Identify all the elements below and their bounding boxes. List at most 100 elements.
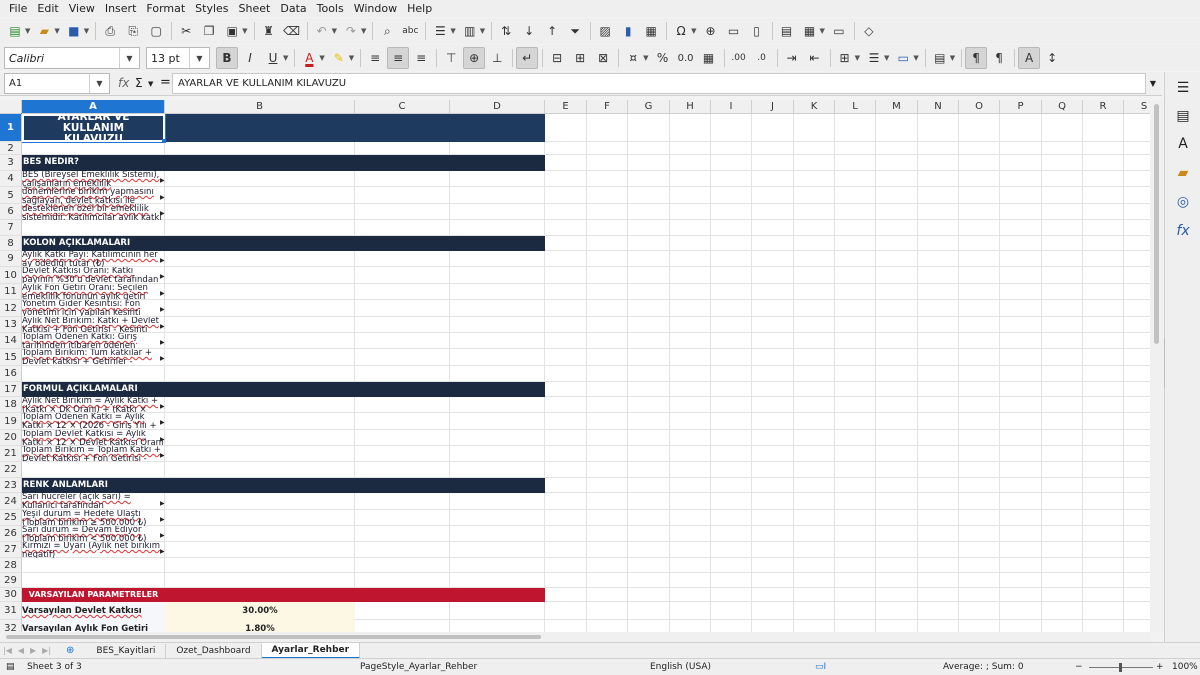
- date-format-icon[interactable]: ▦: [698, 47, 720, 69]
- border-color-icon[interactable]: ▭: [892, 47, 914, 69]
- row-header-24[interactable]: 24: [0, 493, 22, 510]
- sort-icon[interactable]: ⇅: [495, 20, 517, 42]
- left-to-right-icon[interactable]: ¶: [965, 47, 988, 69]
- gallery-icon[interactable]: ▰: [1173, 163, 1193, 183]
- styles-icon[interactable]: A: [1173, 134, 1193, 154]
- row-header-8[interactable]: 8: [0, 236, 22, 251]
- formula-equals-icon[interactable]: =: [160, 75, 171, 90]
- formul-item-1[interactable]: Aylık Net Birikim = Aylık Katkı + (Katkı…: [22, 397, 164, 413]
- properties-icon[interactable]: ▤: [1173, 106, 1193, 126]
- align-center-icon[interactable]: ≡: [387, 47, 410, 69]
- column-header-r[interactable]: R: [1083, 100, 1124, 114]
- row-header-26[interactable]: 26: [0, 526, 22, 542]
- menu-view[interactable]: View: [64, 0, 100, 17]
- kolon-item-1[interactable]: Aylık Katkı Payı: Katılımcının her ay öd…: [22, 251, 164, 267]
- row-header-14[interactable]: 14: [0, 333, 22, 349]
- kolon-item-2[interactable]: Devlet Katkısı Oranı: Katkı payının %30'…: [22, 267, 164, 283]
- text-direction-horizontal-icon[interactable]: A: [1018, 47, 1041, 69]
- navigator-icon[interactable]: ◎: [1173, 192, 1193, 212]
- decrease-indent-icon[interactable]: ⇤: [804, 47, 826, 69]
- formula-input[interactable]: AYARLAR VE KULLANIM KILAVUZU: [172, 73, 1146, 94]
- delete-decimal-icon[interactable]: .0: [751, 47, 773, 69]
- column-header-d[interactable]: D: [450, 100, 545, 114]
- first-sheet-icon[interactable]: |◀: [0, 646, 15, 655]
- align-right-icon[interactable]: ≡: [410, 47, 432, 69]
- document-modified-icon[interactable]: ▤: [6, 659, 15, 675]
- open-folder-icon[interactable]: ▰: [33, 20, 55, 42]
- hyperlink-icon[interactable]: ⊕: [700, 20, 722, 42]
- row-header-23[interactable]: 23: [0, 478, 22, 493]
- row-header-2[interactable]: 2: [0, 142, 22, 155]
- comment-icon[interactable]: ▭: [723, 20, 745, 42]
- zoom-out-icon[interactable]: −: [1075, 659, 1083, 675]
- column-header-c[interactable]: C: [355, 100, 450, 114]
- row-header-28[interactable]: 28: [0, 558, 22, 573]
- row-header-22[interactable]: 22: [0, 462, 22, 478]
- row-header-18[interactable]: 18: [0, 397, 22, 413]
- column-header-b[interactable]: B: [165, 100, 355, 114]
- column-header-j[interactable]: J: [752, 100, 794, 114]
- align-middle-icon[interactable]: ⊕: [463, 47, 486, 69]
- formul-item-4[interactable]: Toplam Birikim = Toplam Katkı + Devlet K…: [22, 446, 164, 462]
- paste-icon[interactable]: ▣: [221, 20, 243, 42]
- row-icon[interactable]: ☰: [429, 20, 451, 42]
- wrap-text-icon[interactable]: ↵: [516, 47, 539, 69]
- prev-sheet-icon[interactable]: ◀: [15, 646, 27, 655]
- find-replace-icon[interactable]: ⌕: [376, 20, 398, 42]
- name-box[interactable]: A1 ▼: [4, 73, 110, 94]
- renk-item-2[interactable]: Yeşil durum = Hedefe Ulaştı (Toplam biri…: [22, 510, 164, 526]
- draw-functions-icon[interactable]: ◇: [858, 20, 880, 42]
- param-value-1[interactable]: 30.00%: [165, 602, 355, 620]
- horizontal-scroll-thumb[interactable]: [6, 635, 541, 639]
- merge-center-icon[interactable]: ⊟: [546, 47, 568, 69]
- kolon-item-6[interactable]: Toplam Ödenen Katkı: Giriş tarihinden it…: [22, 333, 164, 349]
- next-sheet-icon[interactable]: ▶: [27, 646, 39, 655]
- renk-item-3[interactable]: Sarı durum = Devam Ediyor (Toplam biriki…: [22, 526, 164, 542]
- align-bottom-icon[interactable]: ⊥: [486, 47, 508, 69]
- chevron-down-icon[interactable]: ▼: [189, 48, 209, 68]
- conditional-format-icon[interactable]: ▤: [929, 47, 951, 69]
- menu-styles[interactable]: Styles: [190, 0, 233, 17]
- menu-insert[interactable]: Insert: [100, 0, 142, 17]
- highlight-color-icon[interactable]: ✎: [328, 47, 350, 69]
- redo-icon[interactable]: ↷: [340, 20, 362, 42]
- chevron-down-icon[interactable]: ▼: [119, 48, 139, 68]
- row-header-25[interactable]: 25: [0, 510, 22, 526]
- copy-icon[interactable]: ❐: [198, 20, 220, 42]
- text-direction-vertical-icon[interactable]: ↕: [1041, 47, 1063, 69]
- column-icon[interactable]: ▥: [459, 20, 481, 42]
- column-header-l[interactable]: L: [835, 100, 876, 114]
- row-header-6[interactable]: 6: [0, 204, 22, 220]
- clone-formatting-icon[interactable]: ♜: [258, 20, 280, 42]
- kolon-item-3[interactable]: Aylık Fon Getiri Oranı: Seçilen emeklili…: [22, 284, 164, 300]
- row-header-9[interactable]: 9: [0, 251, 22, 267]
- pivot-table-icon[interactable]: ▦: [640, 20, 662, 42]
- split-window-icon[interactable]: ▭: [828, 20, 850, 42]
- row-header-19[interactable]: 19: [0, 413, 22, 430]
- zoom-in-icon[interactable]: +: [1156, 659, 1164, 675]
- insert-chart-icon[interactable]: ▮: [617, 20, 639, 42]
- menu-window[interactable]: Window: [349, 0, 402, 17]
- row-header-16[interactable]: 16: [0, 366, 22, 382]
- row-header-17[interactable]: 17: [0, 382, 22, 397]
- sum-icon[interactable]: Σ: [135, 76, 143, 90]
- borders-icon[interactable]: ⊞: [834, 47, 856, 69]
- column-header-m[interactable]: M: [876, 100, 918, 114]
- kolon-item-4[interactable]: Yönetim Gider Kesintisi: Fon yönetimi iç…: [22, 300, 164, 316]
- row-header-4[interactable]: 4: [0, 171, 22, 187]
- save-icon[interactable]: ■: [63, 20, 85, 42]
- chevron-down-icon[interactable]: ▼: [89, 74, 109, 93]
- unmerge-cells-icon[interactable]: ⊠: [592, 47, 614, 69]
- new-document-icon[interactable]: ▤: [4, 20, 26, 42]
- column-header-k[interactable]: K: [794, 100, 835, 114]
- export-pdf-icon[interactable]: ⎙: [99, 20, 121, 42]
- row-header-7[interactable]: 7: [0, 220, 22, 236]
- function-wizard-icon[interactable]: fx: [118, 76, 129, 90]
- column-header-n[interactable]: N: [918, 100, 959, 114]
- row-header-27[interactable]: 27: [0, 542, 22, 558]
- zoom-level[interactable]: 100%: [1172, 659, 1198, 675]
- selection-sum[interactable]: Average: ; Sum: 0: [943, 659, 1024, 675]
- tab-ayarlar-rehber[interactable]: Ayarlar_Rehber: [261, 642, 361, 659]
- selection-mode-icon[interactable]: ▭Ι: [815, 659, 826, 675]
- undo-icon[interactable]: ↶: [311, 20, 333, 42]
